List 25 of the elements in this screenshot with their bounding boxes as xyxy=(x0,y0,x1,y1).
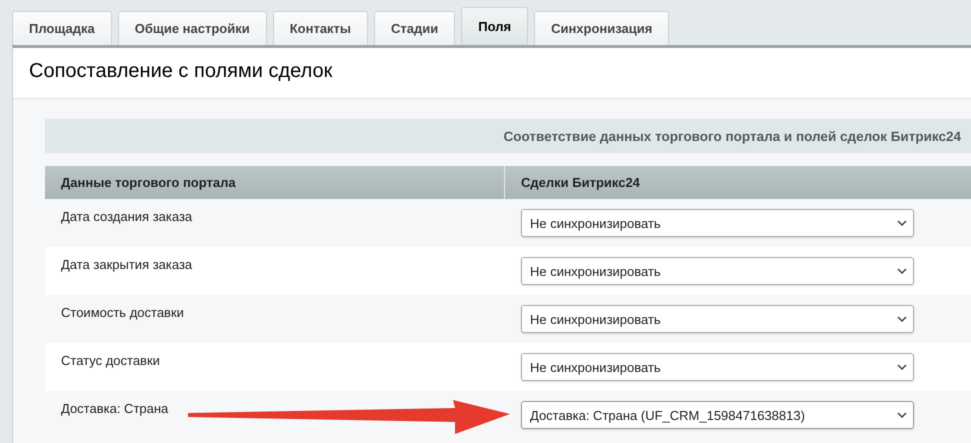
chevron-down-icon xyxy=(897,220,907,226)
tab[interactable]: Контакты xyxy=(272,11,368,45)
chevron-down-icon xyxy=(897,364,907,370)
mapping-dropdown[interactable]: Не синхронизировать xyxy=(521,305,914,333)
chevron-down-icon xyxy=(897,316,907,322)
panel-title: Сопоставление с полями сделок xyxy=(28,59,334,84)
field-label: Стоимость доставки xyxy=(61,305,184,320)
field-label: Дата создания заказа xyxy=(61,209,192,224)
mapping-dropdown[interactable]: Не синхронизировать xyxy=(521,257,914,285)
column-header: Данные торгового портала xyxy=(45,166,505,199)
column-header: Сделки Битрикс24 xyxy=(505,166,971,199)
field-label: Доставка: Страна xyxy=(61,401,168,416)
tab[interactable]: Стадии xyxy=(374,11,456,45)
tab[interactable]: Синхронизация xyxy=(534,11,670,45)
mapping-dropdown[interactable]: Не синхронизировать xyxy=(521,353,914,381)
mapping-dropdown[interactable]: Не синхронизировать xyxy=(521,209,914,237)
chevron-down-icon xyxy=(897,412,907,418)
table-caption: Соответствие данных торгового портала и полей сделок Битрикс24 xyxy=(45,119,971,153)
field-label: Дата закрытия заказа xyxy=(61,257,192,272)
tab[interactable]: Поля xyxy=(461,7,528,45)
mapping-dropdown[interactable]: Доставка: Страна (UF_CRM_1598471638813) xyxy=(521,401,914,429)
field-label: Статус доставки xyxy=(61,353,160,368)
tab[interactable]: Общие настройки xyxy=(118,11,267,45)
tab[interactable]: Площадка xyxy=(12,11,112,45)
chevron-down-icon xyxy=(897,268,907,274)
